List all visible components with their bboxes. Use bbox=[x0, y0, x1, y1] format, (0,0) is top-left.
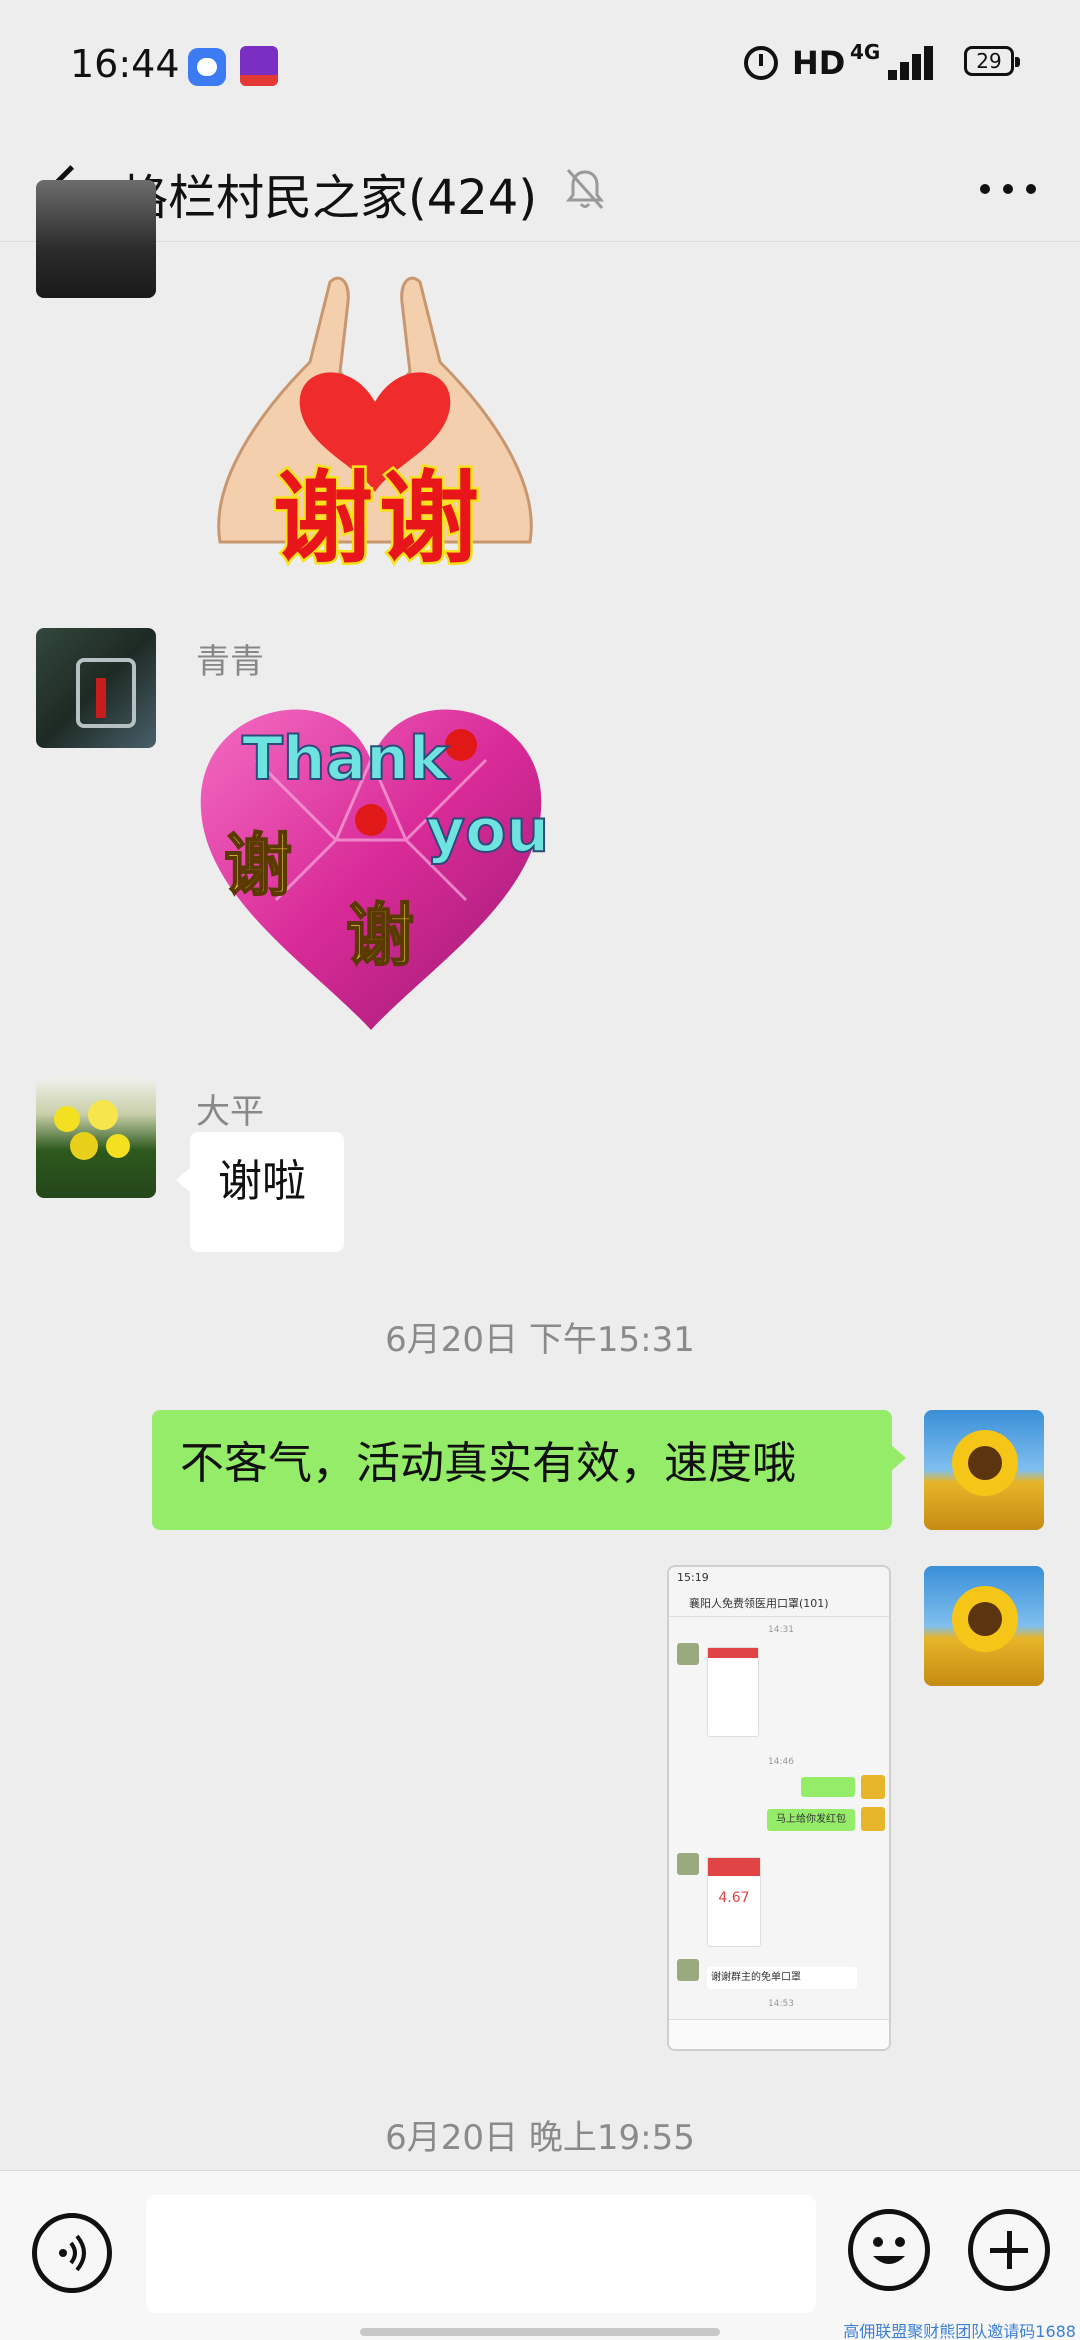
input-bar bbox=[0, 2170, 1080, 2340]
thumb-avatar bbox=[677, 1853, 699, 1875]
status-indicators: HD 4G 29 bbox=[720, 40, 1080, 90]
chat-header: 格栏村民之家(424) bbox=[0, 130, 1080, 242]
message-text: 不客气，活动真实有效，速度哦 bbox=[180, 1438, 796, 1489]
thumb-avatar bbox=[861, 1775, 885, 1799]
battery-level: 29 bbox=[976, 49, 1002, 73]
hd-label: HD bbox=[792, 44, 846, 82]
app-notification-icon-2 bbox=[240, 46, 278, 86]
thumb-amount: 4.67 bbox=[718, 1890, 750, 1906]
thumb-title: 襄阳人免费领医用口罩(101) bbox=[689, 1597, 829, 1610]
sticker-thank-text: Thank bbox=[241, 723, 450, 795]
thumb-input-bar bbox=[669, 2019, 889, 2049]
signal-icon bbox=[880, 44, 940, 80]
home-indicator[interactable] bbox=[360, 2328, 720, 2336]
avatar[interactable] bbox=[36, 628, 156, 748]
more-dots-icon[interactable] bbox=[976, 164, 1040, 214]
thumb-ts: 14:53 bbox=[768, 1999, 794, 2009]
my-avatar[interactable] bbox=[924, 1410, 1044, 1530]
sender-name: 大平 bbox=[196, 1092, 264, 1132]
thumb-green-bubble bbox=[801, 1777, 855, 1797]
thumb-avatar bbox=[677, 1643, 699, 1665]
status-bar: 16:44 HD 4G 29 bbox=[0, 0, 1080, 130]
alarm-icon bbox=[744, 46, 778, 80]
thumb-card bbox=[707, 1647, 759, 1737]
thumb-time: 15:19 bbox=[677, 1571, 709, 1584]
sticker-thank-you-heart[interactable]: Thank you 谢 谢 bbox=[196, 700, 550, 1030]
status-time: 16:44 bbox=[70, 42, 180, 86]
sender-name: 青青 bbox=[196, 642, 264, 682]
sticker-xie-text-1: 谢 bbox=[223, 826, 293, 907]
thumb-thank-msg: 谢谢群主的免单口罩 bbox=[707, 1967, 857, 1989]
thumb-green-msg: 马上给你发红包 bbox=[767, 1809, 855, 1831]
emoji-icon[interactable] bbox=[848, 2209, 930, 2291]
avatar[interactable] bbox=[36, 1078, 156, 1198]
watermark-text: 高佣联盟聚财熊团队邀请码1688 bbox=[843, 2322, 1076, 2340]
message-text: 谢啦 bbox=[218, 1156, 306, 1207]
thumb-ts: 14:46 bbox=[768, 1757, 794, 1767]
voice-icon[interactable] bbox=[32, 2213, 112, 2293]
bell-off-icon bbox=[560, 164, 610, 214]
avatar[interactable] bbox=[36, 180, 156, 298]
network-type-label: 4G bbox=[850, 40, 881, 64]
message-bubble-mine[interactable]: 不客气，活动真实有效，速度哦 bbox=[152, 1410, 906, 1530]
thumb-ts: 14:31 bbox=[768, 1625, 794, 1635]
screenshot-image[interactable]: 15:19 襄阳人免费领医用口罩(101) 14:31 14:46 马上给你发红… bbox=[667, 1565, 891, 2051]
my-avatar[interactable] bbox=[924, 1566, 1044, 1686]
time-separator: 6月20日 晚上19:55 bbox=[385, 2118, 695, 2158]
message-input[interactable] bbox=[146, 2195, 816, 2313]
sticker-xie-text-2: 谢 bbox=[345, 896, 415, 977]
sticker-you-text: you bbox=[425, 795, 550, 867]
chat-title: 格栏村民之家(424) bbox=[120, 170, 538, 226]
app-notification-icon bbox=[188, 48, 226, 86]
thumb-red-packet: 4.67 bbox=[707, 1857, 761, 1947]
thumb-header: 襄阳人免费领医用口罩(101) bbox=[669, 1589, 889, 1617]
sticker-thanks-hands[interactable]: 谢谢 bbox=[200, 262, 550, 592]
battery-icon: 29 bbox=[964, 46, 1020, 76]
time-separator: 6月20日 下午15:31 bbox=[385, 1320, 695, 1360]
thumb-avatar bbox=[861, 1807, 885, 1831]
sticker-text: 谢谢 bbox=[271, 458, 485, 580]
thumb-avatar bbox=[677, 1959, 699, 1981]
plus-icon[interactable] bbox=[968, 2209, 1050, 2291]
message-bubble[interactable]: 谢啦 bbox=[176, 1132, 344, 1252]
